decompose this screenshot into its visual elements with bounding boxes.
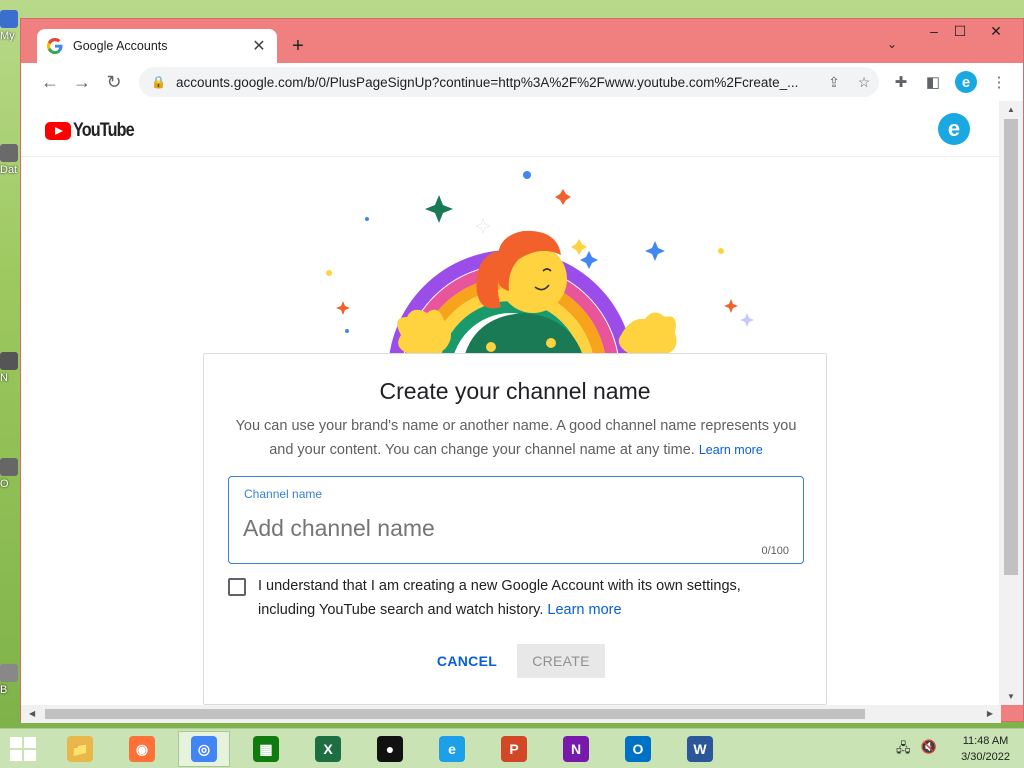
- vertical-scroll-thumb[interactable]: [1004, 119, 1018, 575]
- vertical-scrollbar[interactable]: ▲ ▼: [999, 101, 1023, 705]
- character-counter: 0/100: [761, 545, 789, 557]
- desktop-icon[interactable]: My: [0, 10, 22, 42]
- network-icon[interactable]: 🖧: [896, 739, 911, 761]
- extensions-puzzle-icon[interactable]: ✚: [885, 73, 917, 91]
- close-window-button[interactable]: ✕: [981, 23, 1011, 40]
- forward-button[interactable]: →: [67, 67, 97, 97]
- word-icon: W: [687, 736, 713, 762]
- outlook-icon: O: [625, 736, 651, 762]
- taskbar-chrome[interactable]: ◎: [178, 731, 230, 767]
- tab-close-icon[interactable]: ✕: [251, 36, 267, 56]
- back-button[interactable]: ←: [35, 67, 65, 97]
- scroll-right-arrow-icon[interactable]: ▶: [987, 709, 993, 718]
- account-avatar[interactable]: e: [938, 113, 970, 145]
- tab-google-accounts[interactable]: Google Accounts ✕: [37, 29, 277, 63]
- taskbar-file-explorer[interactable]: 📁: [54, 731, 106, 767]
- checkbox-text: I understand that I am creating a new Go…: [258, 578, 741, 618]
- youtube-header: YouTube e: [21, 101, 1001, 157]
- browser-window: Google Accounts ✕ + ⌄ – ☐ ✕ ← → ↻ 🔒 acco…: [20, 18, 1024, 723]
- channel-name-input[interactable]: [243, 511, 783, 545]
- address-bar[interactable]: 🔒 accounts.google.com/b/0/PlusPageSignUp…: [139, 67, 879, 97]
- recorder-icon: ●: [377, 736, 403, 762]
- database-icon: [0, 144, 18, 162]
- bookmark-star-icon[interactable]: ☆: [849, 74, 879, 91]
- taskbar-excel[interactable]: X: [302, 731, 354, 767]
- new-tab-button[interactable]: +: [287, 35, 309, 57]
- volume-muted-icon[interactable]: 🔇: [921, 739, 937, 761]
- clock[interactable]: 11:48 AM 3/30/2022: [961, 733, 1010, 765]
- powerpoint-icon: P: [501, 736, 527, 762]
- lock-icon: 🔒: [151, 75, 166, 89]
- desktop-icon[interactable]: Dat: [0, 144, 22, 176]
- channel-name-label: Channel name: [244, 487, 323, 501]
- file-icon: [0, 458, 18, 476]
- taskbar: 📁 ◉ ◎ ▦ X ● e P N O W 🖧 🔇 11:48 AM 3/30/2022: [0, 728, 1024, 768]
- file-icon: [0, 664, 18, 682]
- youtube-logo-text: YouTube: [73, 120, 135, 141]
- desktop-icon[interactable]: B: [0, 664, 22, 696]
- file-icon: [0, 352, 18, 370]
- share-icon[interactable]: ⇪: [819, 74, 849, 91]
- store-icon: ▦: [253, 736, 279, 762]
- rainbow-illustration: [326, 171, 754, 373]
- checkbox-learn-more-link[interactable]: Learn more: [547, 602, 621, 618]
- desktop-icon-label: O: [0, 478, 9, 490]
- scroll-down-arrow-icon[interactable]: ▼: [1007, 692, 1015, 701]
- taskbar-outlook[interactable]: O: [612, 731, 664, 767]
- url-text[interactable]: accounts.google.com/b/0/PlusPageSignUp?c…: [176, 75, 819, 90]
- reload-button[interactable]: ↻: [99, 67, 129, 97]
- taskbar-recorder[interactable]: ●: [364, 731, 416, 767]
- channel-name-field[interactable]: Channel name 0/100: [228, 476, 804, 564]
- page-content: YouTube e Create your channel name You c…: [21, 101, 1001, 705]
- firefox-icon: ◉: [129, 736, 155, 762]
- google-logo-icon: [47, 38, 63, 54]
- tab-strip: Google Accounts ✕ + ⌄ – ☐ ✕: [21, 19, 1023, 63]
- checkbox-label: I understand that I am creating a new Go…: [258, 574, 798, 622]
- card-title: Create your channel name: [379, 378, 651, 404]
- taskbar-store[interactable]: ▦: [240, 731, 292, 767]
- tab-title: Google Accounts: [73, 39, 168, 53]
- profile-avatar[interactable]: e: [955, 71, 977, 93]
- scroll-up-arrow-icon[interactable]: ▲: [1007, 105, 1015, 114]
- browser-toolbar: ← → ↻ 🔒 accounts.google.com/b/0/PlusPage…: [21, 63, 1023, 101]
- maximize-button[interactable]: ☐: [945, 23, 975, 40]
- horizontal-scrollbar[interactable]: ◀ ▶: [21, 705, 1001, 723]
- onenote-icon: N: [563, 736, 589, 762]
- desktop-icon[interactable]: O: [0, 458, 22, 490]
- cancel-button[interactable]: CANCEL: [426, 644, 508, 678]
- scroll-left-arrow-icon[interactable]: ◀: [29, 709, 35, 718]
- taskbar-onenote[interactable]: N: [550, 731, 602, 767]
- taskbar-powerpoint[interactable]: P: [488, 731, 540, 767]
- understand-checkbox[interactable]: [228, 578, 246, 596]
- computer-icon: [0, 10, 18, 28]
- taskbar-word[interactable]: W: [674, 731, 726, 767]
- more-menu-icon[interactable]: ⋮: [983, 73, 1015, 91]
- learn-more-link[interactable]: Learn more: [699, 443, 763, 457]
- clock-time: 11:48 AM: [962, 735, 1009, 747]
- youtube-logo[interactable]: YouTube: [45, 120, 144, 142]
- desktop-icon-label: Dat: [0, 164, 18, 176]
- create-button[interactable]: CREATE: [517, 644, 605, 678]
- system-tray: 🖧 🔇: [896, 739, 937, 761]
- desktop-icon-label: N: [0, 372, 8, 384]
- taskbar-internet-explorer[interactable]: e: [426, 731, 478, 767]
- youtube-play-icon: [45, 122, 71, 140]
- windows-start-icon[interactable]: [10, 737, 36, 761]
- horizontal-scroll-thumb[interactable]: [45, 709, 865, 719]
- tab-search-chevron-icon[interactable]: ⌄: [887, 37, 897, 51]
- chrome-icon: ◎: [191, 736, 217, 762]
- internet-explorer-icon: e: [439, 736, 465, 762]
- file-explorer-icon: 📁: [67, 736, 93, 762]
- taskbar-firefox[interactable]: ◉: [116, 731, 168, 767]
- desktop-icon[interactable]: N: [0, 352, 22, 384]
- create-channel-card: Create your channel name You can use you…: [203, 353, 827, 705]
- card-description: You can use your brand's name or another…: [228, 414, 804, 462]
- toolbar-actions: ✚ ◧ e ⋮: [885, 67, 1015, 97]
- clock-date: 3/30/2022: [961, 751, 1010, 763]
- excel-icon: X: [315, 736, 341, 762]
- desktop-icon-label: My: [0, 30, 15, 42]
- desktop-icon-label: B: [0, 684, 8, 696]
- side-panel-icon[interactable]: ◧: [917, 73, 949, 91]
